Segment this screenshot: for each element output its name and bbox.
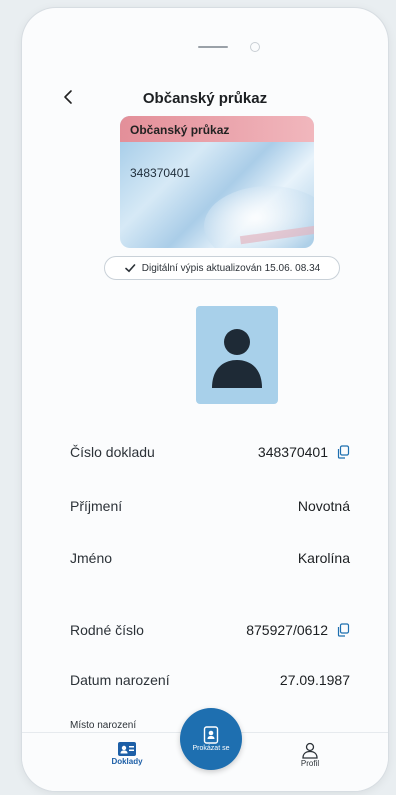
card-number: 348370401	[130, 166, 191, 180]
detail-value: 27.09.1987	[279, 672, 350, 688]
check-icon	[124, 264, 136, 273]
tab-documents[interactable]: Doklady	[104, 741, 150, 766]
detail-label: Příjmení	[70, 498, 123, 514]
detail-label: Číslo dokladu	[70, 444, 155, 460]
phone-frame: Občanský průkaz Občanský průkaz 34837040…	[22, 8, 388, 791]
speaker-notch	[198, 46, 228, 48]
id-card-icon	[118, 742, 136, 756]
copy-icon[interactable]	[336, 623, 350, 637]
camera-dot	[250, 42, 260, 52]
detail-label: Rodné číslo	[70, 622, 144, 638]
detail-value: 348370401	[257, 444, 328, 460]
card-title: Občanský průkaz	[130, 123, 230, 137]
tab-profile[interactable]: Profil	[290, 741, 330, 768]
detail-row-first-name: Jméno Karolína	[70, 546, 350, 570]
id-badge-icon	[203, 725, 219, 744]
detail-value: Karolína	[297, 550, 350, 566]
detail-label: Jméno	[70, 550, 113, 566]
id-card-preview[interactable]: Občanský průkaz 348370401	[120, 116, 314, 248]
prove-identity-button[interactable]: Prokázat se	[180, 708, 242, 770]
person-outline-icon	[302, 742, 318, 759]
detail-value: 875927/0612	[246, 622, 328, 638]
person-icon	[212, 329, 262, 388]
update-status-text: Digitální výpis aktualizován 15.06. 08.3…	[141, 262, 321, 274]
detail-row-birth-number: Rodné číslo 875927/0612	[70, 618, 350, 642]
copy-icon[interactable]	[336, 445, 350, 459]
prove-identity-label: Prokázat se	[192, 744, 230, 752]
detail-row-document-number: Číslo dokladu 348370401	[70, 440, 350, 464]
detail-row-birth-date: Datum narození 27.09.1987	[70, 668, 350, 692]
update-status-pill: Digitální výpis aktualizován 15.06. 08.3…	[104, 256, 340, 280]
tab-profile-label: Profil	[300, 759, 320, 768]
detail-label: Datum narození	[70, 672, 170, 688]
detail-row-surname: Příjmení Novotná	[70, 494, 350, 518]
page-title: Občanský průkaz	[142, 90, 268, 107]
detail-value: Novotná	[297, 498, 350, 514]
profile-photo-placeholder	[196, 306, 278, 404]
birth-place-label: Místo narození	[70, 720, 137, 731]
tab-documents-label: Doklady	[111, 757, 143, 766]
